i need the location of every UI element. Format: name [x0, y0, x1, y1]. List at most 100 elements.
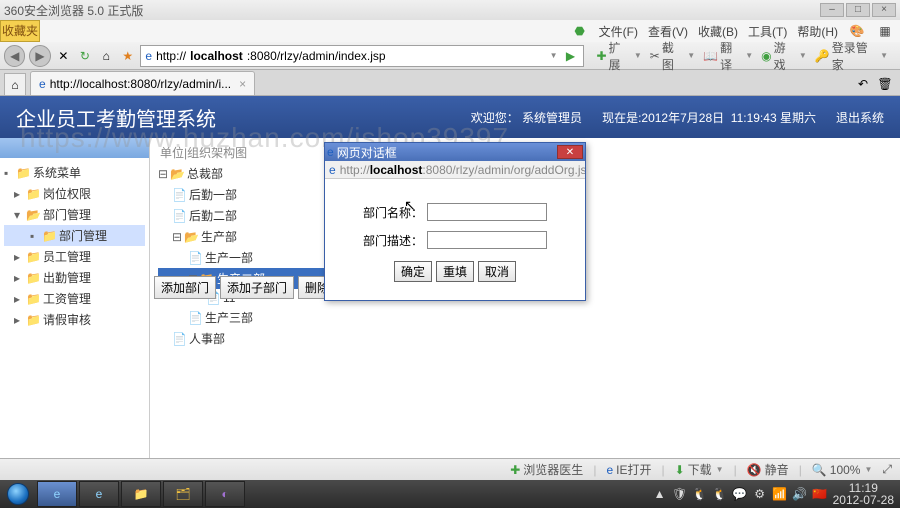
- org-node[interactable]: 📄后勤二部: [158, 205, 328, 226]
- page-icon: e: [145, 49, 152, 63]
- dialog-url-bar: e http://localhost:8080/rlzy/admin/org/a…: [325, 161, 585, 179]
- tray-icon[interactable]: 🛡: [673, 487, 687, 501]
- translate-button[interactable]: 📖翻译▼: [703, 39, 753, 73]
- window-close-button[interactable]: ×: [872, 3, 896, 17]
- org-panel: 单位|组织架构图 ⊟📂总裁部 📄后勤一部 📄后勤二部 ⊟📂生产部 📄生产一部 ⊟…: [158, 142, 328, 349]
- home-icon[interactable]: ⌂: [98, 47, 115, 65]
- tray-ime-icon[interactable]: 🇨🇳: [813, 487, 827, 501]
- sidebar-item[interactable]: ▾📂部门管理: [4, 204, 145, 225]
- window-maximize-button[interactable]: □: [846, 3, 870, 17]
- taskbar-app-folder[interactable]: 🗂: [163, 481, 203, 507]
- sidebar-item-dept-mgmt[interactable]: ▪📁部门管理: [4, 225, 145, 246]
- tab-active[interactable]: e http://localhost:8080/rlzy/admin/i... …: [30, 71, 255, 95]
- tab-favicon-icon: e: [39, 77, 46, 91]
- status-zoom[interactable]: 🔍100%▼: [812, 463, 873, 477]
- tab-home-button[interactable]: ⌂: [4, 73, 26, 95]
- windows-orb-icon: [7, 483, 29, 505]
- tray-icon[interactable]: 🐧: [713, 487, 727, 501]
- dialog-ok-button[interactable]: 确定: [394, 261, 432, 282]
- browser-toolbar: ◀ ▶ ✕ ↻ ⌂ ★ e http://localhost:8080/rlzy…: [0, 42, 900, 70]
- dialog-body: 部门名称： 部门描述： 确定 重填 取消: [325, 179, 585, 300]
- dept-name-input[interactable]: [427, 203, 547, 221]
- tray-icon[interactable]: ⚙: [753, 487, 767, 501]
- doc-icon: 📄: [188, 251, 203, 265]
- game-button[interactable]: ◉游戏▼: [761, 39, 807, 73]
- tray-clock[interactable]: 11:19 2012-07-28: [833, 482, 894, 506]
- tab-close-button[interactable]: ×: [239, 77, 246, 91]
- doc-icon: 📄: [172, 188, 187, 202]
- dept-desc-input[interactable]: [427, 231, 547, 249]
- star-icon[interactable]: ★: [119, 47, 136, 65]
- sidebar-item[interactable]: ▸📁工资管理: [4, 288, 145, 309]
- taskbar-app-ie[interactable]: e: [37, 481, 77, 507]
- dialog-reset-button[interactable]: 重填: [436, 261, 474, 282]
- welcome-text: 欢迎您： 系统管理员: [471, 109, 582, 126]
- url-dropdown-icon[interactable]: ▼: [550, 51, 558, 60]
- start-button[interactable]: [0, 480, 36, 508]
- status-resize-icon[interactable]: ⤢: [882, 462, 892, 477]
- download-icon: ⬇: [675, 463, 685, 477]
- login-mgr-button[interactable]: 🔑登录管家▼: [815, 39, 888, 73]
- go-icon[interactable]: ▶: [561, 47, 579, 65]
- org-node[interactable]: 📄生产一部: [158, 247, 328, 268]
- tray-sound-icon[interactable]: 🔊: [793, 487, 807, 501]
- dialog-close-button[interactable]: ✕: [557, 145, 583, 159]
- window-minimize-button[interactable]: –: [820, 3, 844, 17]
- menu-tools[interactable]: 工具(T): [748, 23, 787, 40]
- address-bar[interactable]: e http://localhost:8080/rlzy/admin/index…: [140, 45, 584, 67]
- address-input[interactable]: [390, 49, 545, 63]
- tray-network-icon[interactable]: 📶: [773, 487, 787, 501]
- app-title: 企业员工考勤管理系统: [16, 103, 471, 132]
- favorites-button[interactable]: 收藏夹: [0, 20, 40, 42]
- scissors-icon: ✂: [650, 49, 660, 63]
- stop-icon[interactable]: ✕: [55, 47, 72, 65]
- taskbar-app-eclipse[interactable]: ◐: [205, 481, 245, 507]
- reload-icon[interactable]: ↻: [76, 47, 93, 65]
- org-panel-title: 单位|组织架构图: [158, 142, 328, 163]
- add-dept-button[interactable]: 添加部门: [154, 276, 216, 299]
- app-header: 企业员工考勤管理系统 欢迎您： 系统管理员 现在是:2012年7月28日 11:…: [0, 96, 900, 138]
- logout-link[interactable]: 退出系统: [836, 109, 884, 126]
- tray-icon[interactable]: 💬: [733, 487, 747, 501]
- org-node[interactable]: 📄人事部: [158, 328, 328, 349]
- menu-file[interactable]: 文件(F): [599, 23, 638, 40]
- org-node[interactable]: 📄后勤一部: [158, 184, 328, 205]
- screenshot-button[interactable]: ✂截图▼: [650, 39, 695, 73]
- menu-view[interactable]: 查看(V): [648, 23, 688, 40]
- status-download[interactable]: ⬇下载▼: [675, 461, 724, 478]
- datetime-text: 现在是:2012年7月28日 11:19:43 星期六: [602, 109, 816, 126]
- org-node[interactable]: ⊟📂生产部: [158, 226, 328, 247]
- dialog-titlebar[interactable]: e网页对话框 ✕: [325, 143, 585, 161]
- sidebar-item[interactable]: ▸📁员工管理: [4, 246, 145, 267]
- status-doctor[interactable]: ✚浏览器医生: [510, 461, 583, 478]
- sidebar-root[interactable]: ▪📁系统菜单: [4, 162, 145, 183]
- tab-label: http://localhost:8080/rlzy/admin/i...: [50, 77, 231, 91]
- sidebar-item[interactable]: ▸📁请假审核: [4, 309, 145, 330]
- extend-button[interactable]: ✚扩展▼: [596, 39, 641, 73]
- sidebar-item[interactable]: ▸📁岗位权限: [4, 183, 145, 204]
- forward-button[interactable]: ▶: [29, 45, 50, 67]
- status-mute[interactable]: 🔇静音: [747, 461, 789, 478]
- plus-icon: ✚: [510, 463, 520, 477]
- shield-icon[interactable]: ⬣: [571, 22, 589, 40]
- sidebar-item[interactable]: ▸📁出勤管理: [4, 267, 145, 288]
- folder-icon: 📂: [26, 208, 41, 222]
- undo-close-tab-icon[interactable]: ↶: [854, 75, 872, 93]
- status-ie-open[interactable]: eIE打开: [606, 461, 651, 478]
- taskbar-app-ie2[interactable]: e: [79, 481, 119, 507]
- back-button[interactable]: ◀: [4, 45, 25, 67]
- dialog-cancel-button[interactable]: 取消: [478, 261, 516, 282]
- add-subdept-button[interactable]: 添加子部门: [220, 276, 294, 299]
- org-node[interactable]: 📄生产三部: [158, 307, 328, 328]
- tray-icon[interactable]: 🐧: [693, 487, 707, 501]
- folder-icon: 📁: [26, 313, 41, 327]
- org-root[interactable]: ⊟📂总裁部: [158, 163, 328, 184]
- skin-icon[interactable]: 🎨: [848, 22, 866, 40]
- doc-icon: 📄: [172, 332, 187, 346]
- tray-icon[interactable]: ▲: [653, 487, 667, 501]
- taskbar-app-explorer[interactable]: 📁: [121, 481, 161, 507]
- menu-overflow-icon[interactable]: ▦: [876, 22, 894, 40]
- menu-favorites[interactable]: 收藏(B): [698, 23, 738, 40]
- trash-icon[interactable]: 🗑: [876, 75, 894, 93]
- menu-help[interactable]: 帮助(H): [797, 23, 838, 40]
